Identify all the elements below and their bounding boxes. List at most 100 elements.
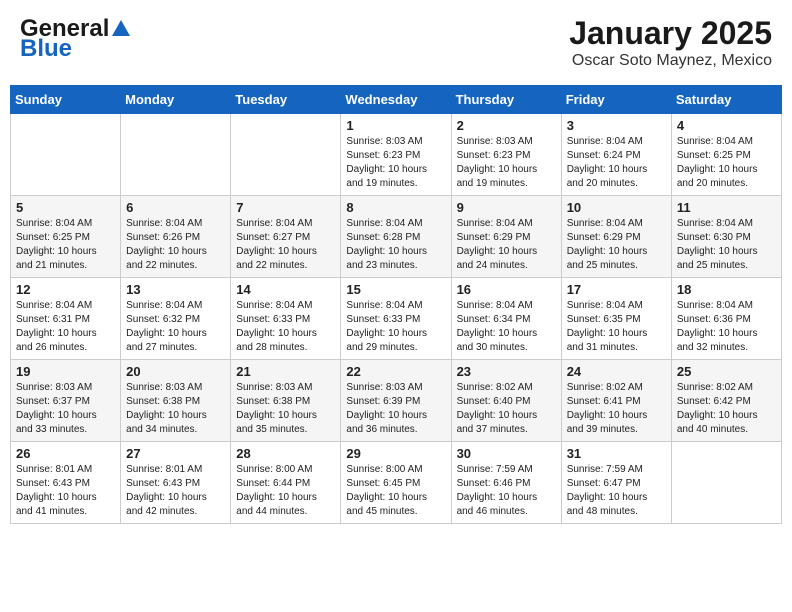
day-number: 24 — [567, 364, 666, 379]
calendar-cell — [11, 114, 121, 196]
day-info: Sunrise: 8:04 AM Sunset: 6:27 PM Dayligh… — [236, 217, 335, 273]
day-number: 7 — [236, 200, 335, 215]
day-info: Sunrise: 7:59 AM Sunset: 6:46 PM Dayligh… — [457, 463, 556, 519]
day-info: Sunrise: 8:04 AM Sunset: 6:29 PM Dayligh… — [567, 217, 666, 273]
day-number: 9 — [457, 200, 556, 215]
calendar-cell: 13 Sunrise: 8:04 AM Sunset: 6:32 PM Dayli… — [121, 278, 231, 360]
day-info: Sunrise: 8:03 AM Sunset: 6:39 PM Dayligh… — [346, 381, 445, 437]
calendar-subtitle: Oscar Soto Maynez, Mexico — [569, 52, 772, 70]
day-number: 14 — [236, 282, 335, 297]
logo-icon — [110, 18, 132, 40]
calendar-title: January 2025 — [569, 15, 772, 52]
calendar-cell: 24 Sunrise: 8:02 AM Sunset: 6:41 PM Dayli… — [561, 360, 671, 442]
day-info: Sunrise: 8:01 AM Sunset: 6:43 PM Dayligh… — [126, 463, 225, 519]
day-info: Sunrise: 8:00 AM Sunset: 6:45 PM Dayligh… — [346, 463, 445, 519]
calendar-cell: 30 Sunrise: 7:59 AM Sunset: 6:46 PM Dayli… — [451, 442, 561, 524]
calendar-cell: 1 Sunrise: 8:03 AM Sunset: 6:23 PM Daylig… — [341, 114, 451, 196]
day-info: Sunrise: 8:03 AM Sunset: 6:37 PM Dayligh… — [16, 381, 115, 437]
day-info: Sunrise: 8:04 AM Sunset: 6:35 PM Dayligh… — [567, 299, 666, 355]
calendar-cell: 5 Sunrise: 8:04 AM Sunset: 6:25 PM Daylig… — [11, 196, 121, 278]
day-info: Sunrise: 8:04 AM Sunset: 6:30 PM Dayligh… — [677, 217, 776, 273]
day-header-saturday: Saturday — [671, 86, 781, 114]
day-number: 22 — [346, 364, 445, 379]
day-info: Sunrise: 8:02 AM Sunset: 6:40 PM Dayligh… — [457, 381, 556, 437]
day-number: 21 — [236, 364, 335, 379]
calendar-cell: 9 Sunrise: 8:04 AM Sunset: 6:29 PM Daylig… — [451, 196, 561, 278]
day-info: Sunrise: 8:04 AM Sunset: 6:29 PM Dayligh… — [457, 217, 556, 273]
calendar-cell: 11 Sunrise: 8:04 AM Sunset: 6:30 PM Dayli… — [671, 196, 781, 278]
day-number: 11 — [677, 200, 776, 215]
day-info: Sunrise: 8:04 AM Sunset: 6:32 PM Dayligh… — [126, 299, 225, 355]
calendar-cell: 18Sunrise: 8:04 AM Sunset: 6:36 PM Dayli… — [671, 278, 781, 360]
calendar-cell: 20Sunrise: 8:03 AM Sunset: 6:38 PM Dayli… — [121, 360, 231, 442]
calendar-table: SundayMondayTuesdayWednesdayThursdayFrid… — [10, 85, 782, 524]
day-number: 15 — [346, 282, 445, 297]
day-header-wednesday: Wednesday — [341, 86, 451, 114]
calendar-cell: 17 Sunrise: 8:04 AM Sunset: 6:35 PM Dayli… — [561, 278, 671, 360]
day-number: 5 — [16, 200, 115, 215]
day-info: Sunrise: 8:02 AM Sunset: 6:41 PM Dayligh… — [567, 381, 666, 437]
day-info: Sunrise: 8:04 AM Sunset: 6:33 PM Dayligh… — [346, 299, 445, 355]
calendar-cell: 16 Sunrise: 8:04 AM Sunset: 6:34 PM Dayli… — [451, 278, 561, 360]
day-number: 20 — [126, 364, 225, 379]
calendar-cell: 14 Sunrise: 8:04 AM Sunset: 6:33 PM Dayli… — [231, 278, 341, 360]
calendar-cell: 15 Sunrise: 8:04 AM Sunset: 6:33 PM Dayli… — [341, 278, 451, 360]
day-info: Sunrise: 8:03 AM Sunset: 6:23 PM Dayligh… — [457, 135, 556, 191]
day-info: Sunrise: 8:04 AM Sunset: 6:25 PM Dayligh… — [16, 217, 115, 273]
day-number: 2 — [457, 118, 556, 133]
day-info: Sunrise: 8:04 AM Sunset: 6:31 PM Dayligh… — [16, 299, 115, 355]
day-info: Sunrise: 8:04 AM Sunset: 6:34 PM Dayligh… — [457, 299, 556, 355]
calendar-cell: 3Sunrise: 8:04 AM Sunset: 6:24 PM Daylig… — [561, 114, 671, 196]
title-block: January 2025 Oscar Soto Maynez, Mexico — [569, 15, 772, 70]
day-header-tuesday: Tuesday — [231, 86, 341, 114]
day-number: 1 — [346, 118, 445, 133]
day-number: 30 — [457, 446, 556, 461]
calendar-cell: 10Sunrise: 8:04 AM Sunset: 6:29 PM Dayli… — [561, 196, 671, 278]
day-number: 6 — [126, 200, 225, 215]
calendar-cell — [231, 114, 341, 196]
calendar-week-5: 26 Sunrise: 8:01 AM Sunset: 6:43 PM Dayli… — [11, 442, 782, 524]
calendar-cell: 4 Sunrise: 8:04 AM Sunset: 6:25 PM Daylig… — [671, 114, 781, 196]
day-header-friday: Friday — [561, 86, 671, 114]
calendar-cell — [671, 442, 781, 524]
day-info: Sunrise: 7:59 AM Sunset: 6:47 PM Dayligh… — [567, 463, 666, 519]
calendar-week-4: 19 Sunrise: 8:03 AM Sunset: 6:37 PM Dayli… — [11, 360, 782, 442]
day-number: 25 — [677, 364, 776, 379]
logo-blue: Blue — [20, 37, 72, 61]
day-number: 26 — [16, 446, 115, 461]
calendar-cell: 12 Sunrise: 8:04 AM Sunset: 6:31 PM Dayli… — [11, 278, 121, 360]
day-info: Sunrise: 8:02 AM Sunset: 6:42 PM Dayligh… — [677, 381, 776, 437]
day-number: 13 — [126, 282, 225, 297]
day-number: 31 — [567, 446, 666, 461]
day-info: Sunrise: 8:04 AM Sunset: 6:36 PM Dayligh… — [677, 299, 776, 355]
day-info: Sunrise: 8:03 AM Sunset: 6:23 PM Dayligh… — [346, 135, 445, 191]
header: General Blue January 2025 Oscar Soto May… — [10, 10, 782, 75]
calendar-week-3: 12 Sunrise: 8:04 AM Sunset: 6:31 PM Dayli… — [11, 278, 782, 360]
calendar-cell: 8Sunrise: 8:04 AM Sunset: 6:28 PM Daylig… — [341, 196, 451, 278]
day-number: 4 — [677, 118, 776, 133]
calendar-cell: 27 Sunrise: 8:01 AM Sunset: 6:43 PM Dayli… — [121, 442, 231, 524]
day-number: 19 — [16, 364, 115, 379]
day-number: 23 — [457, 364, 556, 379]
day-number: 17 — [567, 282, 666, 297]
day-number: 28 — [236, 446, 335, 461]
calendar-cell: 28Sunrise: 8:00 AM Sunset: 6:44 PM Dayli… — [231, 442, 341, 524]
calendar-cell: 23 Sunrise: 8:02 AM Sunset: 6:40 PM Dayli… — [451, 360, 561, 442]
calendar-week-2: 5 Sunrise: 8:04 AM Sunset: 6:25 PM Daylig… — [11, 196, 782, 278]
day-info: Sunrise: 8:04 AM Sunset: 6:33 PM Dayligh… — [236, 299, 335, 355]
day-number: 12 — [16, 282, 115, 297]
logo: General Blue — [20, 15, 132, 61]
calendar-cell: 26Sunrise: 8:01 AM Sunset: 6:43 PM Dayli… — [11, 442, 121, 524]
day-number: 3 — [567, 118, 666, 133]
day-info: Sunrise: 8:04 AM Sunset: 6:25 PM Dayligh… — [677, 135, 776, 191]
day-number: 27 — [126, 446, 225, 461]
day-header-thursday: Thursday — [451, 86, 561, 114]
calendar-cell: 22 Sunrise: 8:03 AM Sunset: 6:39 PM Dayli… — [341, 360, 451, 442]
calendar-cell: 6Sunrise: 8:04 AM Sunset: 6:26 PM Daylig… — [121, 196, 231, 278]
calendar-header-row: SundayMondayTuesdayWednesdayThursdayFrid… — [11, 86, 782, 114]
day-number: 16 — [457, 282, 556, 297]
day-number: 8 — [346, 200, 445, 215]
calendar-cell — [121, 114, 231, 196]
day-number: 29 — [346, 446, 445, 461]
calendar-cell: 29 Sunrise: 8:00 AM Sunset: 6:45 PM Dayli… — [341, 442, 451, 524]
